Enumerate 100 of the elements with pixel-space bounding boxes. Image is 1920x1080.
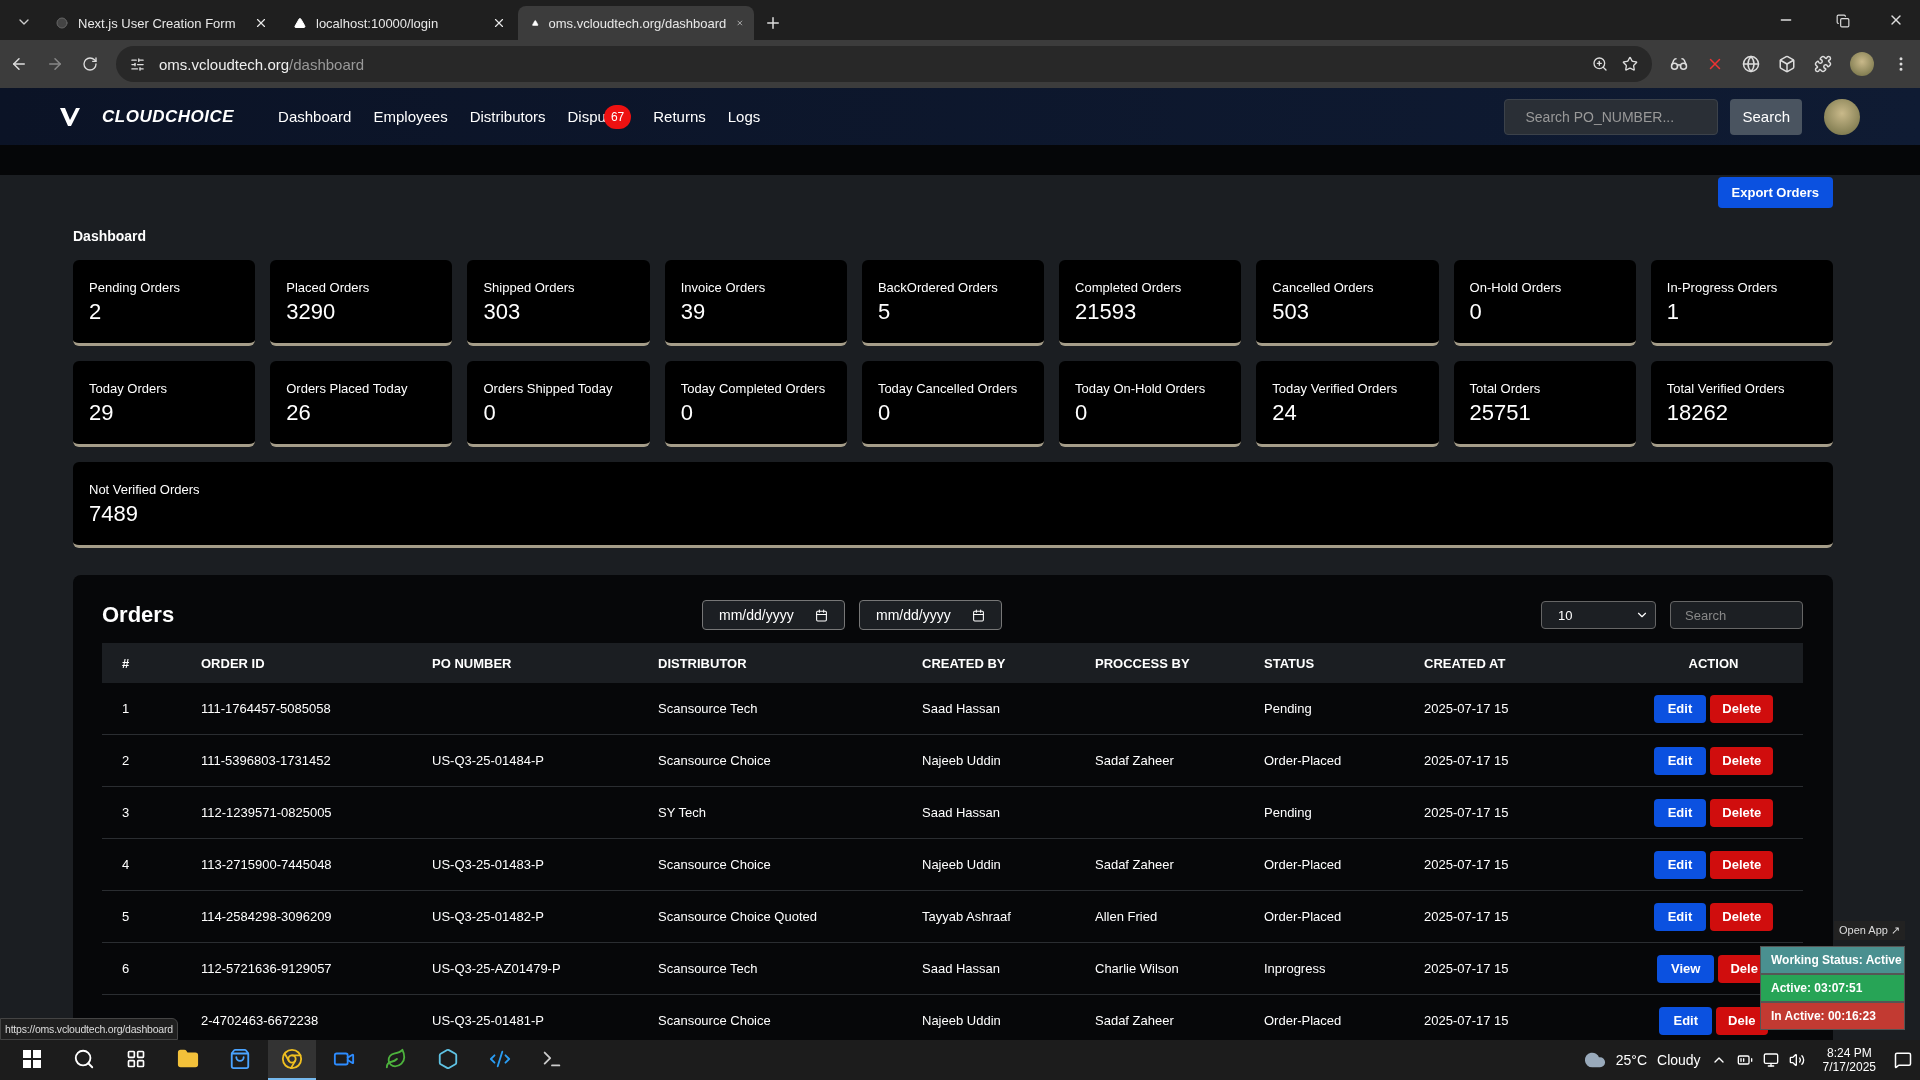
stat-label: Today Orders (89, 381, 169, 396)
date-field[interactable]: mm/dd/yyyy (859, 600, 1002, 630)
star-icon[interactable] (1622, 56, 1638, 72)
table-cell: Tayyab Ashraaf (922, 909, 1011, 924)
notifications-icon[interactable] (1894, 1051, 1912, 1069)
tab-title: oms.vcloudtech.org/dashboard (548, 15, 727, 31)
table-cell: Allen Fried (1095, 909, 1158, 924)
table-cell: 112-1239571-0825005 (201, 805, 332, 820)
delete-button[interactable]: Delete (1710, 850, 1774, 879)
box-icon[interactable] (1778, 55, 1796, 73)
table-cell: 2-4702463-6672238 (201, 1013, 319, 1028)
stat-label: Today Verified Orders (1272, 381, 1399, 396)
stat-value: 0 (483, 400, 497, 426)
tab-title: localhost:10000/login (316, 15, 440, 31)
forward-icon[interactable] (46, 55, 64, 73)
table-cell: Sadaf Zaheer (1095, 1013, 1174, 1028)
table-cell: Order-Placed (1264, 753, 1342, 768)
work-status-toast: In Active: 00:16:23 (1760, 1002, 1905, 1030)
edit-button[interactable]: Edit (1653, 902, 1707, 931)
task-view-icon[interactable] (126, 1049, 146, 1069)
edit-button[interactable]: Edit (1653, 746, 1707, 775)
table-cell: 2025-07-17 15 (1424, 1013, 1509, 1028)
table-cell: Charlie Wilson (1095, 961, 1179, 976)
search-field[interactable]: Search PO_NUMBER... (1504, 98, 1719, 135)
browser-tab[interactable]: Next.js User Creation Form (42, 6, 278, 40)
stat-label: Completed Orders (1075, 280, 1183, 295)
delete-button[interactable]: Delete (1710, 694, 1774, 723)
stat-label: On-Hold Orders (1469, 280, 1563, 295)
search-icon[interactable] (73, 1048, 95, 1070)
stat-value: 26 (286, 400, 312, 426)
link-preview-tooltip: https://oms.vcloudtech.org/dashboard (0, 1018, 178, 1040)
table-cell: 2025-07-17 15 (1424, 805, 1509, 820)
table-cell: Pending (1264, 701, 1312, 716)
restore-icon[interactable] (1836, 14, 1850, 28)
column-header: ACTION (1687, 655, 1740, 671)
search-button[interactable]: Search (1730, 98, 1802, 135)
export-button[interactable]: Export Orders (1717, 177, 1833, 208)
weather-condition: Cloudy (1657, 1052, 1701, 1068)
browser-tab[interactable]: localhost:10000/login (280, 6, 516, 40)
new-tab-icon[interactable] (764, 14, 782, 32)
nav-link[interactable]: Dispu (567, 108, 606, 125)
close-icon[interactable] (492, 16, 506, 30)
edit-button[interactable]: Edit (1653, 850, 1707, 879)
triangle-icon (532, 17, 539, 29)
table-cell: Pending (1264, 805, 1312, 820)
delete-button[interactable]: Delete (1710, 902, 1774, 931)
table-cell: 2 (122, 753, 130, 768)
view-button[interactable]: View (1657, 954, 1715, 983)
delete-button[interactable]: Delete (1710, 746, 1774, 775)
edit-button[interactable]: Edit (1653, 694, 1707, 723)
table-cell: Saad Hassan (922, 961, 1001, 976)
stat-label: Invoice Orders (680, 280, 767, 295)
zoom-icon[interactable] (1592, 56, 1608, 72)
stat-value: 29 (89, 400, 115, 426)
windows-icon[interactable] (23, 1050, 41, 1068)
table-cell: 2025-07-17 15 (1424, 753, 1509, 768)
site-settings-icon[interactable] (130, 56, 145, 72)
battery-icon[interactable] (1736, 1052, 1753, 1068)
nav-link[interactable]: Returns (653, 108, 706, 125)
profile-avatar[interactable] (1850, 52, 1874, 76)
table-search-field[interactable]: Search (1670, 601, 1803, 629)
globe-icon[interactable] (1742, 55, 1760, 73)
volume-icon[interactable] (1788, 1052, 1805, 1068)
table-cell: Najeeb Uddin (922, 1013, 1001, 1028)
nav-link[interactable]: Employees (373, 108, 448, 125)
column-header: # (121, 655, 131, 671)
calendar-icon (815, 608, 828, 622)
logo-icon (60, 107, 80, 126)
code-icon (489, 1048, 511, 1070)
table-cell: Order-Placed (1264, 1013, 1342, 1028)
stat-value: 0 (1469, 299, 1483, 325)
avatar[interactable] (1824, 98, 1860, 135)
reload-icon[interactable] (82, 56, 98, 72)
open-app-link[interactable]: Open App ↗ (1834, 921, 1905, 940)
nav-link[interactable]: Dashboard (278, 108, 352, 125)
nav-link[interactable]: Distributors (469, 108, 546, 125)
browser-tab[interactable]: oms.vcloudtech.org/dashboard (518, 6, 754, 40)
circle-icon (56, 17, 68, 29)
table-cell: Scansource Choice (658, 753, 771, 768)
table-cell: Scansource Choice (658, 1013, 771, 1028)
brand-name: CLOUDCHOICE (102, 106, 235, 127)
address-bar[interactable]: oms.vcloudtech.org/dashboard (116, 46, 1652, 82)
table-cell: 3 (122, 805, 130, 820)
close-icon[interactable] (254, 16, 268, 30)
column-header: STATUS (1264, 655, 1316, 671)
edit-button[interactable]: Edit (1653, 798, 1707, 827)
delete-button[interactable]: Delete (1710, 798, 1774, 827)
date-field[interactable]: mm/dd/yyyy (702, 600, 845, 630)
table-cell: Najeeb Uddin (922, 857, 1001, 872)
edit-button[interactable]: Edit (1659, 1006, 1713, 1035)
nav-link[interactable]: Logs (727, 108, 761, 125)
page-size-select[interactable]: 10 (1541, 601, 1656, 629)
stat-label: Orders Shipped Today (483, 381, 614, 396)
network-icon[interactable] (1762, 1052, 1779, 1068)
back-icon[interactable] (10, 55, 28, 73)
table-cell: Scansource Tech (658, 701, 758, 716)
table-cell: US-Q3-25-01484-P (432, 753, 544, 768)
extensions-icon[interactable] (1814, 55, 1832, 73)
glasses-icon[interactable] (1670, 55, 1688, 73)
table-cell: 4 (122, 857, 130, 872)
